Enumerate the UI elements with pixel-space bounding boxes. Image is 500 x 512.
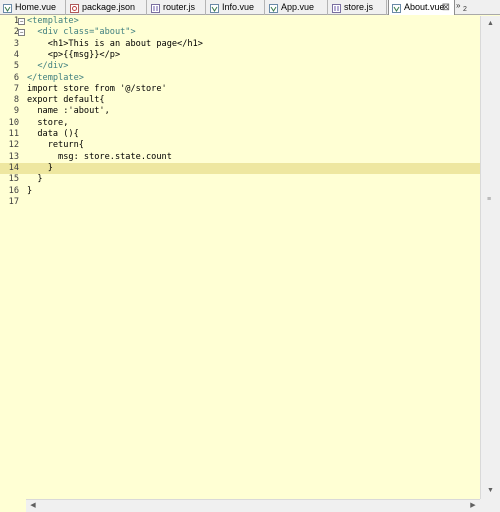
tab-label: Info.vue [222, 2, 255, 12]
code-text: } [27, 174, 43, 185]
fold-collapse-icon[interactable]: − [18, 29, 25, 37]
code-line: 3 <h1>This is an about page</h1> [0, 39, 480, 50]
chevron-double-right-icon: » [456, 1, 461, 10]
line-number: 8 [13, 95, 19, 106]
overflow-count: 2 [463, 6, 467, 13]
fold-collapse-icon[interactable]: − [18, 18, 25, 25]
vue-file-icon [269, 3, 278, 13]
tab-info-vue[interactable]: Info.vue [207, 0, 265, 15]
line-number: 11 [8, 129, 19, 139]
line-number: 14 [8, 162, 19, 173]
code-line: 7 import store from '@/store' [0, 84, 480, 95]
tab-label: package.json [82, 2, 136, 12]
code-line: 5 </div> [0, 61, 480, 72]
editor-tab-bar: Home.vue package.json router.js Info.vue… [0, 0, 500, 15]
line-number: 12 [8, 140, 19, 151]
tab-label: Home.vue [15, 2, 57, 12]
js-file-icon [332, 3, 341, 13]
line-number: 2 [13, 27, 19, 38]
code-text: </div> [27, 61, 69, 72]
code-text: import store from '@/store' [27, 83, 167, 94]
line-number: 4 [13, 49, 19, 60]
tab-label: store.js [344, 2, 374, 12]
line-number: 9 [13, 106, 19, 117]
line-number: 3 [13, 38, 19, 49]
code-text: msg: store.state.count [27, 151, 172, 162]
code-text: store, [27, 117, 69, 128]
line-number: 15 [8, 174, 19, 185]
code-line: 12 return{ [0, 140, 480, 151]
code-editor[interactable]: 1 − <template> 2 − <div class="about"> 3… [0, 16, 480, 499]
horizontal-scrollbar[interactable]: ◀ ▶ [26, 499, 480, 512]
vertical-scrollbar[interactable]: ▲ ≡ ▼ [480, 16, 500, 499]
tab-label: App.vue [281, 2, 315, 12]
code-text: <div class="about"> [27, 27, 136, 38]
scroll-up-arrow-icon[interactable]: ▲ [481, 16, 500, 32]
close-tab-icon[interactable]: ⊠ [442, 0, 450, 15]
code-line: 16 } [0, 186, 480, 197]
gutter-footer [0, 499, 26, 512]
line-number: 10 [8, 117, 19, 128]
code-text: </template> [27, 72, 84, 83]
tab-package-json[interactable]: package.json [67, 0, 147, 15]
code-text: <h1>This is an about page</h1> [27, 38, 203, 49]
code-text: export default{ [27, 95, 105, 106]
tab-store-js[interactable]: store.js [329, 0, 387, 15]
current-code-line: 14 } [0, 162, 480, 175]
code-text: } [27, 162, 53, 173]
code-text: } [27, 185, 33, 196]
scroll-down-arrow-icon[interactable]: ▼ [481, 483, 500, 499]
line-number: 1 [13, 16, 19, 26]
code-line: 8 export default{ [0, 95, 480, 106]
tab-home-vue[interactable]: Home.vue [0, 0, 66, 15]
line-number: 17 [8, 196, 19, 207]
line-number: 7 [13, 83, 19, 94]
js-file-icon [151, 3, 160, 13]
code-line: 17 [0, 197, 480, 208]
line-number: 16 [8, 185, 19, 196]
code-line: 11 data (){ [0, 129, 480, 140]
line-number: 5 [13, 61, 19, 72]
code-text: name :'about', [27, 106, 110, 117]
scroll-grip-icon[interactable]: ≡ [487, 196, 494, 203]
code-line: 4 <p>{{msg}}</p> [0, 50, 480, 61]
tab-label: About.vue [404, 2, 445, 12]
scrollbar-corner [480, 499, 500, 512]
code-line: 2 − <div class="about"> [0, 27, 480, 38]
code-line: 13 msg: store.state.count [0, 152, 480, 163]
code-text: <p>{{msg}}</p> [27, 49, 121, 60]
tab-about-vue[interactable]: About.vue ⊠ [388, 0, 455, 15]
vue-file-icon [3, 3, 12, 13]
tab-app-vue[interactable]: App.vue [266, 0, 328, 15]
scroll-left-arrow-icon[interactable]: ◀ [26, 500, 40, 512]
code-line: 1 − <template> [0, 16, 480, 27]
vue-file-icon [392, 3, 401, 13]
json-file-icon [70, 3, 79, 13]
code-line: 15 } [0, 174, 480, 185]
code-line: 10 store, [0, 118, 480, 129]
code-text: data (){ [27, 129, 79, 139]
line-number: 6 [13, 72, 19, 83]
code-line: 9 name :'about', [0, 106, 480, 117]
code-line: 6 </template> [0, 73, 480, 84]
code-text: <template> [27, 16, 79, 26]
scroll-right-arrow-icon[interactable]: ▶ [466, 500, 480, 512]
line-number: 13 [8, 151, 19, 162]
tab-label: router.js [163, 2, 196, 12]
tab-overflow-button[interactable]: » 2 [456, 0, 470, 15]
tab-router-js[interactable]: router.js [148, 0, 206, 15]
vue-file-icon [210, 3, 219, 13]
code-text: return{ [27, 140, 84, 151]
